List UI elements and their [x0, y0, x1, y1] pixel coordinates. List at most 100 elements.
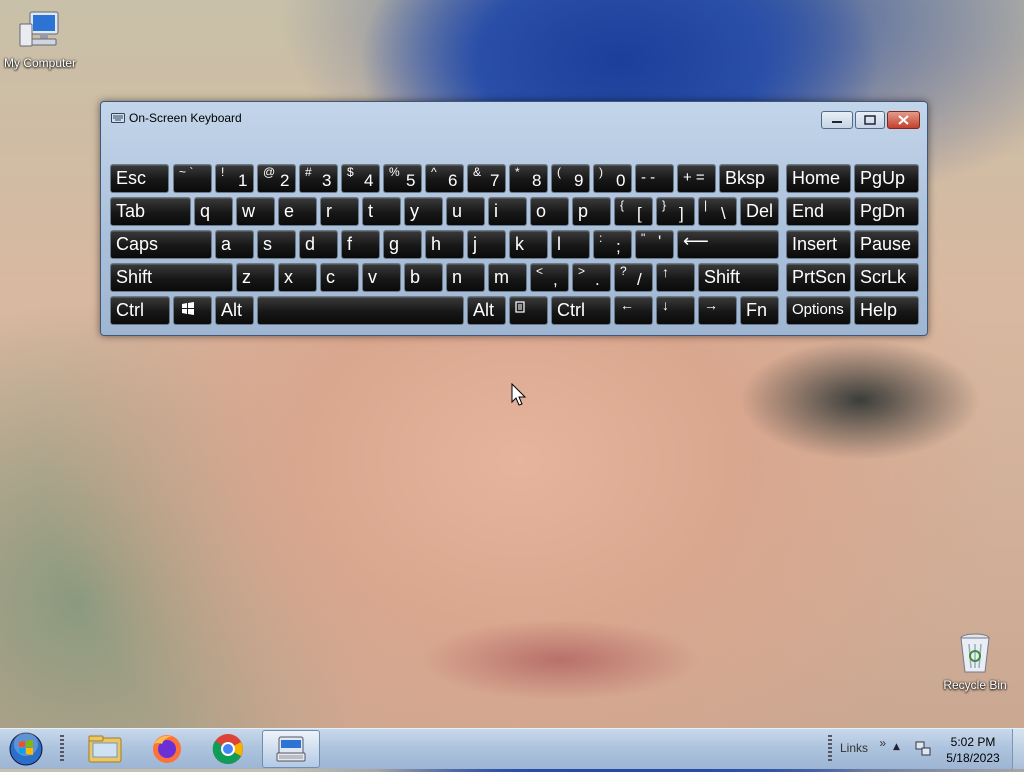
window-title: On-Screen Keyboard — [129, 111, 242, 125]
key-down-arrow[interactable]: ↓ — [656, 296, 695, 325]
key-f[interactable]: f — [341, 230, 380, 259]
key-menu[interactable] — [509, 296, 548, 325]
key-5[interactable]: % 5 — [383, 164, 422, 193]
start-button[interactable] — [2, 730, 50, 768]
key-ctrl-left[interactable]: Ctrl — [110, 296, 170, 325]
key-pgup[interactable]: PgUp — [854, 164, 919, 193]
key-c[interactable]: c — [320, 263, 359, 292]
key-h[interactable]: h — [425, 230, 464, 259]
key-b[interactable]: b — [404, 263, 443, 292]
key-a[interactable]: a — [215, 230, 254, 259]
key-j[interactable]: j — [467, 230, 506, 259]
key-s[interactable]: s — [257, 230, 296, 259]
key-home[interactable]: Home — [786, 164, 851, 193]
options-button[interactable]: Options — [786, 296, 851, 325]
desktop-icon-my-computer[interactable]: My Computer — [0, 8, 80, 70]
taskbar-on-screen-keyboard[interactable] — [262, 730, 320, 768]
key-i[interactable]: i — [488, 197, 527, 226]
key-k[interactable]: k — [509, 230, 548, 259]
key-d[interactable]: d — [299, 230, 338, 259]
key-q[interactable]: q — [194, 197, 233, 226]
help-button[interactable]: Help — [854, 296, 919, 325]
key-m[interactable]: m — [488, 263, 527, 292]
minimize-button[interactable] — [821, 111, 853, 129]
key-e[interactable]: e — [278, 197, 317, 226]
taskbar-file-explorer[interactable] — [76, 730, 134, 768]
show-hidden-icons-arrow[interactable]: ▲ — [893, 742, 900, 752]
key-right-arrow[interactable]: → — [698, 296, 737, 325]
key-semicolon[interactable]: :; — [593, 230, 632, 259]
key-6[interactable]: ^ 6 — [425, 164, 464, 193]
system-clock[interactable]: 5:02 PM 5/18/2023 — [938, 734, 1008, 766]
key-prtscn[interactable]: PrtScn — [786, 263, 851, 292]
key-backspace[interactable]: Bksp — [719, 164, 779, 193]
key-insert[interactable]: Insert — [786, 230, 851, 259]
key-left-bracket[interactable]: {[ — [614, 197, 653, 226]
key-up-arrow[interactable]: ↑ — [656, 263, 695, 292]
key-tab[interactable]: Tab — [110, 197, 191, 226]
key-fn[interactable]: Fn — [740, 296, 779, 325]
key-windows[interactable] — [173, 296, 212, 325]
key-slash[interactable]: ? / — [614, 263, 653, 292]
key-shift-left[interactable]: Shift — [110, 263, 233, 292]
key-ctrl-right[interactable]: Ctrl — [551, 296, 611, 325]
key-x[interactable]: x — [278, 263, 317, 292]
key-plus[interactable]: + = — [677, 164, 716, 193]
taskbar-chrome[interactable] — [199, 730, 257, 768]
key-pgdn[interactable]: PgDn — [854, 197, 919, 226]
key-l[interactable]: l — [551, 230, 590, 259]
key-end[interactable]: End — [786, 197, 851, 226]
key-tilde[interactable]: ~ ` — [173, 164, 212, 193]
key-backslash[interactable]: | \ — [698, 197, 737, 226]
key-space[interactable] — [257, 296, 464, 325]
key-esc[interactable]: Esc — [110, 164, 169, 193]
key-enter[interactable]: ⟵ — [677, 230, 779, 259]
key-period[interactable]: >. — [572, 263, 611, 292]
taskbar-firefox[interactable] — [138, 730, 196, 768]
key-1[interactable]: ! 1 — [215, 164, 254, 193]
links-chevron[interactable]: » — [879, 736, 886, 750]
key-scrlk[interactable]: ScrLk — [854, 263, 919, 292]
network-icon[interactable] — [914, 740, 932, 758]
key-9[interactable]: (9 — [551, 164, 590, 193]
taskbar-grip[interactable] — [60, 735, 64, 763]
close-button[interactable] — [887, 111, 920, 129]
key-4[interactable]: $4 — [341, 164, 380, 193]
key-w[interactable]: w — [236, 197, 275, 226]
key-r[interactable]: r — [320, 197, 359, 226]
clock-date: 5/18/2023 — [946, 751, 1000, 765]
on-screen-keyboard-window[interactable]: On-Screen Keyboard Esc ~ ` ! 1 @2 #3 $4 %… — [100, 101, 928, 336]
key-caps[interactable]: Caps — [110, 230, 212, 259]
key-alt-left[interactable]: Alt — [215, 296, 254, 325]
key-8[interactable]: * 8 — [509, 164, 548, 193]
key-o[interactable]: o — [530, 197, 569, 226]
key-shift-right[interactable]: Shift — [698, 263, 779, 292]
key-alt-right[interactable]: Alt — [467, 296, 506, 325]
on-screen-keyboard-icon — [276, 736, 306, 762]
key-7[interactable]: & 7 — [467, 164, 506, 193]
links-toolbar-grip[interactable] — [828, 735, 832, 763]
links-toolbar[interactable]: Links » — [840, 736, 886, 755]
key-y[interactable]: y — [404, 197, 443, 226]
window-title-bar[interactable]: On-Screen Keyboard — [111, 111, 242, 125]
key-comma[interactable]: <, — [530, 263, 569, 292]
key-v[interactable]: v — [362, 263, 401, 292]
key-quote[interactable]: " ' — [635, 230, 674, 259]
key-t[interactable]: t — [362, 197, 401, 226]
maximize-button[interactable] — [855, 111, 885, 129]
key-2[interactable]: @2 — [257, 164, 296, 193]
show-desktop-button[interactable] — [1012, 729, 1024, 769]
key-pause[interactable]: Pause — [854, 230, 919, 259]
key-n[interactable]: n — [446, 263, 485, 292]
key-u[interactable]: u — [446, 197, 485, 226]
key-z[interactable]: z — [236, 263, 275, 292]
key-minus[interactable]: - - — [635, 164, 674, 193]
key-left-arrow[interactable]: ← — [614, 296, 653, 325]
desktop-icon-recycle-bin[interactable]: Recycle Bin — [935, 630, 1015, 692]
key-0[interactable]: ) 0 — [593, 164, 632, 193]
key-p[interactable]: p — [572, 197, 611, 226]
key-delete[interactable]: Del — [740, 197, 779, 226]
key-g[interactable]: g — [383, 230, 422, 259]
key-right-bracket[interactable]: }] — [656, 197, 695, 226]
key-3[interactable]: #3 — [299, 164, 338, 193]
